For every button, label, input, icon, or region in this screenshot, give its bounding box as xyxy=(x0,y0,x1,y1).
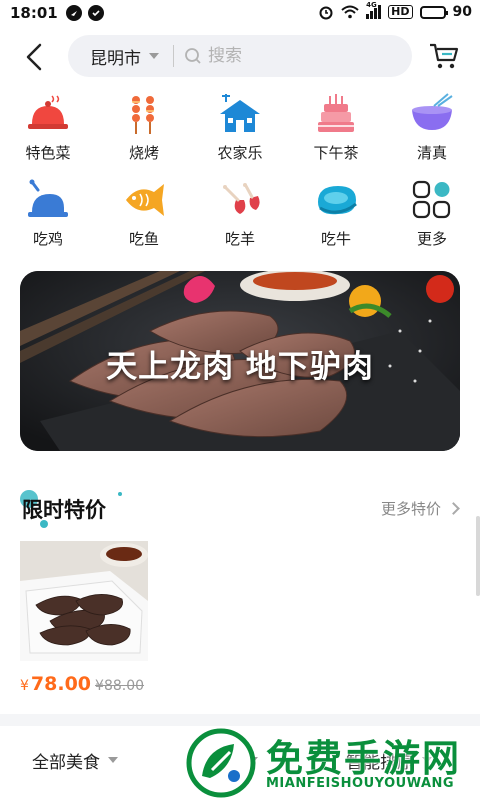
status-bar: 18:01 4G HD 90 xyxy=(0,0,480,26)
signal-icon: 4G xyxy=(366,1,382,19)
bowl-icon xyxy=(412,93,453,130)
category-label: 特色菜 xyxy=(25,144,71,162)
watermark-subtitle: MIANFEISHOUYOUWANG xyxy=(266,776,455,791)
section-separator xyxy=(0,714,480,726)
product-card[interactable]: ¥ 78.00 ¥88.00 xyxy=(20,541,148,695)
more-specials-link[interactable]: 更多特价 xyxy=(380,498,460,519)
category-nongjiale[interactable]: 农家乐 xyxy=(192,92,288,168)
grid-more-icon xyxy=(412,180,451,219)
search-icon xyxy=(185,48,201,64)
original-price: ¥88.00 xyxy=(95,678,145,694)
currency-symbol: ¥ xyxy=(20,678,29,694)
scroll-indicator xyxy=(476,516,480,596)
category-label: 吃羊 xyxy=(224,230,255,248)
title-decoration xyxy=(118,492,122,496)
category-label: 烧烤 xyxy=(128,144,159,162)
chevron-down-icon xyxy=(108,757,118,763)
banner-caption: 天上龙肉 地下驴肉 xyxy=(106,349,374,385)
category-more[interactable]: 更多 xyxy=(384,178,480,254)
city-selector[interactable]: 昆明市 xyxy=(90,44,159,69)
category-label: 吃牛 xyxy=(320,230,351,248)
battery-icon xyxy=(419,5,448,19)
fish-icon xyxy=(126,184,164,216)
category-label: 清真 xyxy=(416,144,447,162)
status-time: 18:01 xyxy=(10,4,58,22)
watermark-logo xyxy=(186,728,256,798)
category-chiyang[interactable]: 吃羊 xyxy=(192,178,288,254)
search-bar: 昆明市 xyxy=(68,35,412,77)
filter-label: 全部美食 xyxy=(32,752,100,773)
current-price: 78.00 xyxy=(30,673,92,695)
more-specials-label: 更多特价 xyxy=(380,500,441,518)
chicken-icon xyxy=(28,179,68,217)
city-label: 昆明市 xyxy=(90,48,141,69)
search-input[interactable] xyxy=(208,46,388,66)
category-tese[interactable]: 特色菜 xyxy=(0,92,96,168)
battery-percent: 90 xyxy=(452,4,472,20)
section-title-special: 限时特价 xyxy=(22,498,106,522)
cart-icon[interactable] xyxy=(428,40,460,72)
category-chiji[interactable]: 吃鸡 xyxy=(0,178,96,254)
wifi-icon xyxy=(341,5,359,19)
filter-all-food[interactable]: 全部美食 xyxy=(32,748,118,773)
header: 昆明市 xyxy=(0,32,480,80)
cake-icon xyxy=(318,94,354,132)
category-chiyu[interactable]: 吃鱼 xyxy=(96,178,192,254)
category-shaokao[interactable]: 烧烤 xyxy=(96,92,192,168)
category-grid: 特色菜 烧烤 农家乐 下午茶 清真 吃鸡 吃鱼 吃羊 吃牛 更多 xyxy=(0,92,480,254)
alarm-icon xyxy=(319,6,333,20)
chevron-right-icon xyxy=(447,502,460,515)
notification-icon xyxy=(65,5,82,21)
watermark: 免费手游网 MIANFEISHOUYOUWANG xyxy=(186,726,476,800)
product-image xyxy=(20,541,148,661)
category-label: 下午茶 xyxy=(313,144,359,162)
category-chiniu[interactable]: 吃牛 xyxy=(288,178,384,254)
category-label: 吃鸡 xyxy=(32,230,63,248)
check-icon xyxy=(87,5,104,21)
lamb-icon xyxy=(223,183,260,214)
network-type: 4G xyxy=(366,1,377,9)
category-qingzhen[interactable]: 清真 xyxy=(384,92,480,168)
price-row: ¥ 78.00 ¥88.00 xyxy=(20,673,148,695)
category-xiawucha[interactable]: 下午茶 xyxy=(288,92,384,168)
status-right: 4G HD 90 xyxy=(318,1,472,20)
category-label: 更多 xyxy=(416,230,447,248)
search-divider xyxy=(173,45,174,67)
beef-icon xyxy=(318,186,357,215)
category-label: 农家乐 xyxy=(217,144,263,162)
cloche-icon xyxy=(28,95,68,129)
watermark-title: 免费手游网 xyxy=(266,737,461,780)
promo-banner[interactable]: 天上龙肉 地下驴肉 xyxy=(20,271,460,451)
back-arrow-icon[interactable] xyxy=(22,42,46,72)
farmhouse-icon xyxy=(220,94,260,132)
chevron-down-icon xyxy=(149,53,159,59)
hd-badge: HD xyxy=(388,5,413,19)
category-label: 吃鱼 xyxy=(128,230,159,248)
skewer-icon xyxy=(132,96,154,134)
